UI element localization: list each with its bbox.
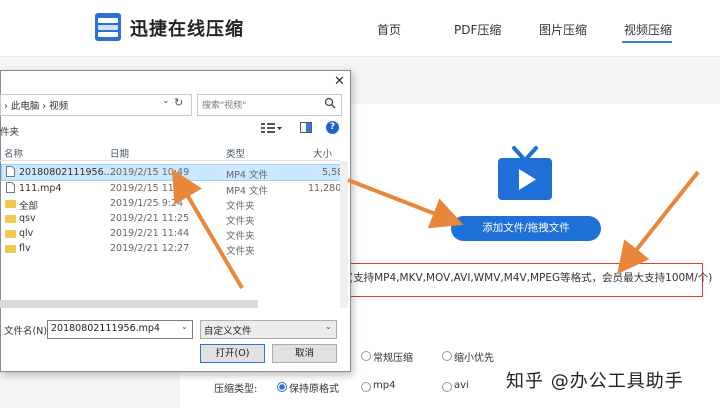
filetype-dropdown-icon[interactable]: ⌄ [325,322,332,331]
address-dropdown-icon[interactable]: ⌄ [162,96,170,106]
nav-active-indicator [622,41,672,43]
folder-date: 2019/1/25 9:24 [110,198,184,209]
add-file-button[interactable]: 添加文件/拖拽文件 [451,216,601,241]
folder-icon [5,200,16,208]
folder-icon [5,245,16,253]
folder-name[interactable]: qsv [19,213,36,224]
file-size: 11,280 [308,183,342,194]
search-icon[interactable] [324,97,336,109]
new-folder-button[interactable]: 件夹 [0,124,19,138]
folder-name[interactable]: flv [19,243,31,254]
folder-name[interactable]: qlv [19,228,33,239]
folder-icon [5,230,16,238]
preview-pane-icon[interactable] [300,122,312,133]
file-name[interactable]: 111.mp4 [19,183,61,194]
compress-type-label: 压缩类型: [214,384,258,395]
option-normal-compress-label[interactable]: 常规压缩 [373,349,413,364]
filename-label: 文件名(N): [4,326,51,337]
file-icon [6,166,15,177]
option-mp4-label[interactable]: mp4 [373,380,395,391]
column-header-type[interactable]: 类型 [226,146,245,160]
file-date: 2019/2/15 10:49 [110,167,190,178]
dialog-close-icon[interactable]: ✕ [334,74,345,89]
view-options-icon[interactable] [260,122,282,134]
radio-avi[interactable] [442,382,452,392]
refresh-icon[interactable]: ↻ [174,96,183,109]
file-type: MP4 文件 [226,170,268,181]
logo-text[interactable]: 迅捷在线压缩 [130,15,244,41]
radio-normal-compress[interactable] [361,351,371,361]
folder-name[interactable]: 全部 [19,198,38,212]
folder-type: 文件夹 [226,231,255,242]
option-keep-format-label[interactable]: 保持原格式 [289,380,339,395]
address-path[interactable]: › 此电脑 › 视频 [4,98,68,112]
column-header-date[interactable]: 日期 [110,146,129,160]
option-avi-label[interactable]: avi [454,380,469,391]
filetype-value[interactable]: 自定义文件 [204,323,252,337]
cancel-button[interactable]: 取消 [272,344,337,363]
open-button[interactable]: 打开(O) [200,344,265,363]
column-header-name[interactable]: 名称 [4,146,23,160]
filename-dropdown-icon[interactable]: ⌄ [181,322,188,331]
watermark-text: 知乎 @办公工具助手 [506,371,684,392]
folder-type: 文件夹 [226,246,255,257]
folder-date: 2019/2/21 11:25 [110,213,190,224]
folder-icon [5,215,16,223]
file-type: MP4 文件 [226,186,268,197]
column-header-size[interactable]: 大小 [313,146,332,160]
radio-mp4[interactable] [361,382,371,392]
radio-keep-format[interactable] [277,382,287,392]
file-date: 2019/2/15 11:05 [110,183,190,194]
radio-size-priority[interactable] [442,351,452,361]
folder-type: 文件夹 [226,201,255,212]
nav-pdf-compress[interactable]: PDF压缩 [454,21,501,38]
nav-image-compress[interactable]: 图片压缩 [539,21,587,38]
video-tv-icon [498,146,552,200]
file-icon [6,182,15,193]
folder-date: 2019/2/21 11:44 [110,228,190,239]
folder-date: 2019/2/21 12:27 [110,243,190,254]
help-icon[interactable]: ? [326,121,339,134]
option-size-priority-label[interactable]: 缩小优先 [454,349,494,364]
nav-video-compress[interactable]: 视频压缩 [624,21,672,38]
file-name[interactable]: 20180802111956.... [19,167,116,178]
vertical-scrollbar[interactable] [340,161,348,308]
nav-home[interactable]: 首页 [377,21,401,38]
column-divider [0,160,340,161]
search-placeholder: 搜索"视频" [202,101,247,111]
folder-type: 文件夹 [226,216,255,227]
logo-icon[interactable] [94,12,122,42]
horizontal-scrollbar[interactable] [0,300,258,308]
supported-formats-note: (支持MP4,MKV,MOV,AVI,WMV,M4V,MPEG等格式，会员最大支… [349,272,713,284]
filename-value[interactable]: 20180802111956.mp4 [51,323,160,334]
